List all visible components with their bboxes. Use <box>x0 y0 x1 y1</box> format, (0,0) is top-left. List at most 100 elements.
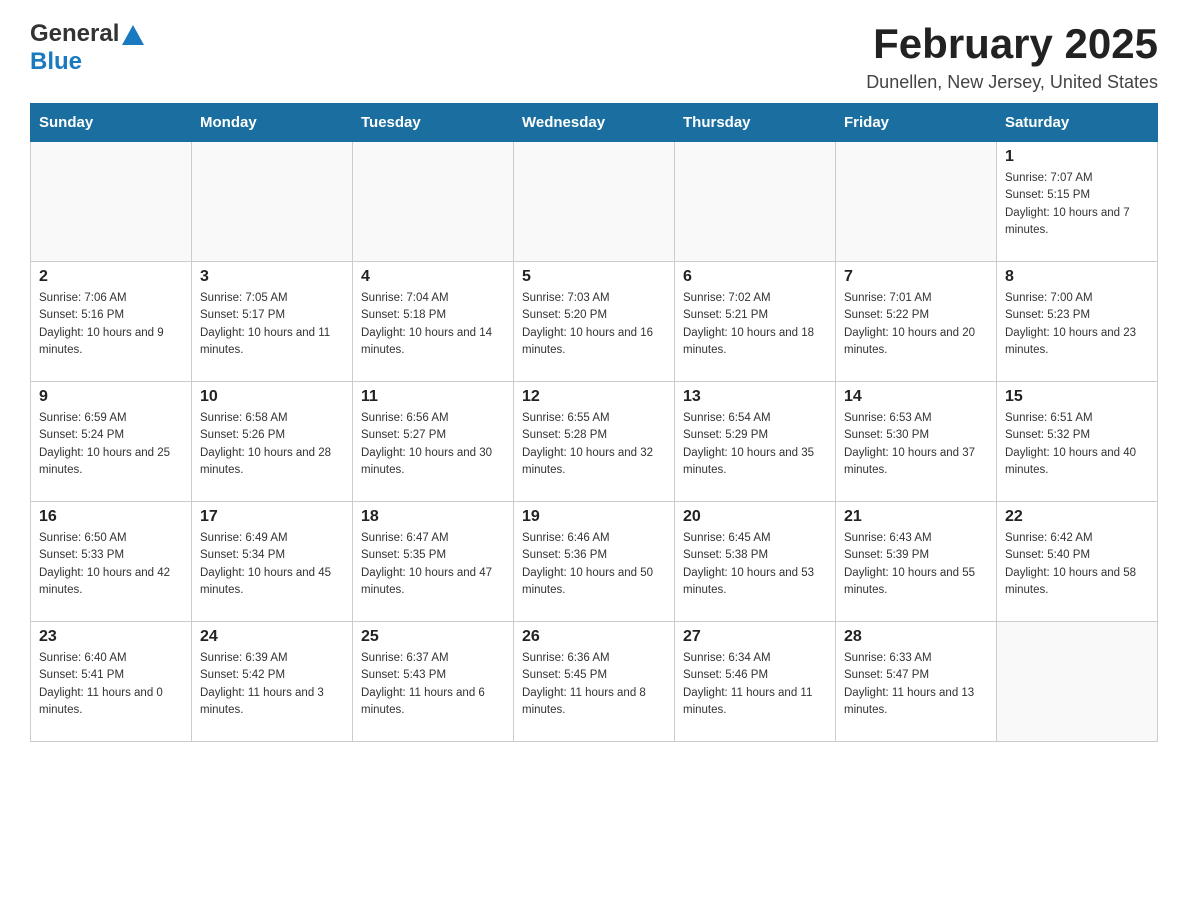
day-cell <box>192 142 353 262</box>
day-cell: 14 Sunrise: 6:53 AM Sunset: 5:30 PM Dayli… <box>836 382 997 502</box>
weekday-wednesday: Wednesday <box>514 104 675 142</box>
day-info: Sunrise: 7:03 AM Sunset: 5:20 PM Dayligh… <box>522 290 666 359</box>
day-cell <box>836 142 997 262</box>
weekday-monday: Monday <box>192 104 353 142</box>
week-row-1: 1 Sunrise: 7:07 AM Sunset: 5:15 PM Daylig… <box>31 142 1158 262</box>
day-cell: 9 Sunrise: 6:59 AM Sunset: 5:24 PM Daylig… <box>31 382 192 502</box>
day-number: 27 <box>683 628 827 646</box>
logo-blue: Blue <box>30 48 82 76</box>
logo: General Blue <box>30 20 144 76</box>
day-info: Sunrise: 6:33 AM Sunset: 5:47 PM Dayligh… <box>844 650 988 719</box>
day-info: Sunrise: 6:37 AM Sunset: 5:43 PM Dayligh… <box>361 650 505 719</box>
day-cell: 10Sunrise: 6:58 AM Sunset: 5:26 PM Dayli… <box>192 382 353 502</box>
day-number: 12 <box>522 388 666 406</box>
day-cell: 1 Sunrise: 7:07 AM Sunset: 5:15 PM Daylig… <box>997 142 1158 262</box>
day-cell <box>675 142 836 262</box>
weekday-saturday: Saturday <box>997 104 1158 142</box>
day-info: Sunrise: 6:58 AM Sunset: 5:26 PM Dayligh… <box>200 410 344 479</box>
day-cell: 28Sunrise: 6:33 AM Sunset: 5:47 PM Dayli… <box>836 622 997 742</box>
day-cell <box>353 142 514 262</box>
logo-triangle-icon <box>122 25 144 45</box>
day-info: Sunrise: 6:43 AM Sunset: 5:39 PM Dayligh… <box>844 530 988 599</box>
day-info: Sunrise: 7:01 AM Sunset: 5:22 PM Dayligh… <box>844 290 988 359</box>
day-cell: 5 Sunrise: 7:03 AM Sunset: 5:20 PM Daylig… <box>514 262 675 382</box>
day-number: 8 <box>1005 268 1149 286</box>
day-cell: 7 Sunrise: 7:01 AM Sunset: 5:22 PM Daylig… <box>836 262 997 382</box>
day-info: Sunrise: 7:02 AM Sunset: 5:21 PM Dayligh… <box>683 290 827 359</box>
calendar-table: SundayMondayTuesdayWednesdayThursdayFrid… <box>30 103 1158 742</box>
day-number: 15 <box>1005 388 1149 406</box>
title-section: February 2025 Dunellen, New Jersey, Unit… <box>866 20 1158 93</box>
day-number: 14 <box>844 388 988 406</box>
week-row-2: 2 Sunrise: 7:06 AM Sunset: 5:16 PM Daylig… <box>31 262 1158 382</box>
day-cell <box>31 142 192 262</box>
day-info: Sunrise: 6:49 AM Sunset: 5:34 PM Dayligh… <box>200 530 344 599</box>
day-info: Sunrise: 6:39 AM Sunset: 5:42 PM Dayligh… <box>200 650 344 719</box>
day-cell: 19 Sunrise: 6:46 AM Sunset: 5:36 PM Dayli… <box>514 502 675 622</box>
day-cell: 6 Sunrise: 7:02 AM Sunset: 5:21 PM Daylig… <box>675 262 836 382</box>
logo-general: General <box>30 20 119 48</box>
calendar-body: 1 Sunrise: 7:07 AM Sunset: 5:15 PM Daylig… <box>31 142 1158 742</box>
day-number: 5 <box>522 268 666 286</box>
day-number: 13 <box>683 388 827 406</box>
day-cell: 12 Sunrise: 6:55 AM Sunset: 5:28 PM Dayli… <box>514 382 675 502</box>
day-cell: 24 Sunrise: 6:39 AM Sunset: 5:42 PM Dayli… <box>192 622 353 742</box>
day-cell: 8 Sunrise: 7:00 AM Sunset: 5:23 PM Daylig… <box>997 262 1158 382</box>
day-info: Sunrise: 6:42 AM Sunset: 5:40 PM Dayligh… <box>1005 530 1149 599</box>
day-cell: 2 Sunrise: 7:06 AM Sunset: 5:16 PM Daylig… <box>31 262 192 382</box>
day-cell: 20 Sunrise: 6:45 AM Sunset: 5:38 PM Dayli… <box>675 502 836 622</box>
day-number: 23 <box>39 628 183 646</box>
day-info: Sunrise: 7:05 AM Sunset: 5:17 PM Dayligh… <box>200 290 344 359</box>
day-cell: 11Sunrise: 6:56 AM Sunset: 5:27 PM Dayli… <box>353 382 514 502</box>
day-info: Sunrise: 7:00 AM Sunset: 5:23 PM Dayligh… <box>1005 290 1149 359</box>
day-number: 7 <box>844 268 988 286</box>
day-number: 21 <box>844 508 988 526</box>
day-info: Sunrise: 7:07 AM Sunset: 5:15 PM Dayligh… <box>1005 170 1149 239</box>
day-cell: 4Sunrise: 7:04 AM Sunset: 5:18 PM Daylig… <box>353 262 514 382</box>
day-cell: 13 Sunrise: 6:54 AM Sunset: 5:29 PM Dayli… <box>675 382 836 502</box>
day-number: 3 <box>200 268 344 286</box>
weekday-friday: Friday <box>836 104 997 142</box>
week-row-5: 23 Sunrise: 6:40 AM Sunset: 5:41 PM Dayli… <box>31 622 1158 742</box>
day-number: 4 <box>361 268 505 286</box>
day-info: Sunrise: 6:34 AM Sunset: 5:46 PM Dayligh… <box>683 650 827 719</box>
day-number: 18 <box>361 508 505 526</box>
day-info: Sunrise: 7:06 AM Sunset: 5:16 PM Dayligh… <box>39 290 183 359</box>
week-row-4: 16Sunrise: 6:50 AM Sunset: 5:33 PM Dayli… <box>31 502 1158 622</box>
day-cell: 25 Sunrise: 6:37 AM Sunset: 5:43 PM Dayli… <box>353 622 514 742</box>
day-info: Sunrise: 6:55 AM Sunset: 5:28 PM Dayligh… <box>522 410 666 479</box>
day-cell: 18 Sunrise: 6:47 AM Sunset: 5:35 PM Dayli… <box>353 502 514 622</box>
weekday-thursday: Thursday <box>675 104 836 142</box>
day-info: Sunrise: 6:47 AM Sunset: 5:35 PM Dayligh… <box>361 530 505 599</box>
weekday-sunday: Sunday <box>31 104 192 142</box>
day-number: 6 <box>683 268 827 286</box>
day-number: 1 <box>1005 148 1149 166</box>
day-info: Sunrise: 6:50 AM Sunset: 5:33 PM Dayligh… <box>39 530 183 599</box>
day-number: 9 <box>39 388 183 406</box>
day-info: Sunrise: 6:45 AM Sunset: 5:38 PM Dayligh… <box>683 530 827 599</box>
day-info: Sunrise: 6:36 AM Sunset: 5:45 PM Dayligh… <box>522 650 666 719</box>
page-header: General Blue February 2025 Dunellen, New… <box>30 20 1158 93</box>
calendar-header: SundayMondayTuesdayWednesdayThursdayFrid… <box>31 104 1158 142</box>
day-info: Sunrise: 6:54 AM Sunset: 5:29 PM Dayligh… <box>683 410 827 479</box>
week-row-3: 9 Sunrise: 6:59 AM Sunset: 5:24 PM Daylig… <box>31 382 1158 502</box>
day-number: 25 <box>361 628 505 646</box>
day-info: Sunrise: 6:40 AM Sunset: 5:41 PM Dayligh… <box>39 650 183 719</box>
day-number: 2 <box>39 268 183 286</box>
day-cell: 15 Sunrise: 6:51 AM Sunset: 5:32 PM Dayli… <box>997 382 1158 502</box>
day-info: Sunrise: 6:51 AM Sunset: 5:32 PM Dayligh… <box>1005 410 1149 479</box>
day-cell: 23 Sunrise: 6:40 AM Sunset: 5:41 PM Dayli… <box>31 622 192 742</box>
location: Dunellen, New Jersey, United States <box>866 72 1158 93</box>
weekday-tuesday: Tuesday <box>353 104 514 142</box>
day-info: Sunrise: 6:59 AM Sunset: 5:24 PM Dayligh… <box>39 410 183 479</box>
day-number: 20 <box>683 508 827 526</box>
day-info: Sunrise: 6:53 AM Sunset: 5:30 PM Dayligh… <box>844 410 988 479</box>
day-number: 19 <box>522 508 666 526</box>
day-info: Sunrise: 6:46 AM Sunset: 5:36 PM Dayligh… <box>522 530 666 599</box>
day-cell: 27 Sunrise: 6:34 AM Sunset: 5:46 PM Dayli… <box>675 622 836 742</box>
day-cell: 26Sunrise: 6:36 AM Sunset: 5:45 PM Dayli… <box>514 622 675 742</box>
day-number: 24 <box>200 628 344 646</box>
day-number: 17 <box>200 508 344 526</box>
day-number: 11 <box>361 388 505 406</box>
month-title: February 2025 <box>866 20 1158 68</box>
